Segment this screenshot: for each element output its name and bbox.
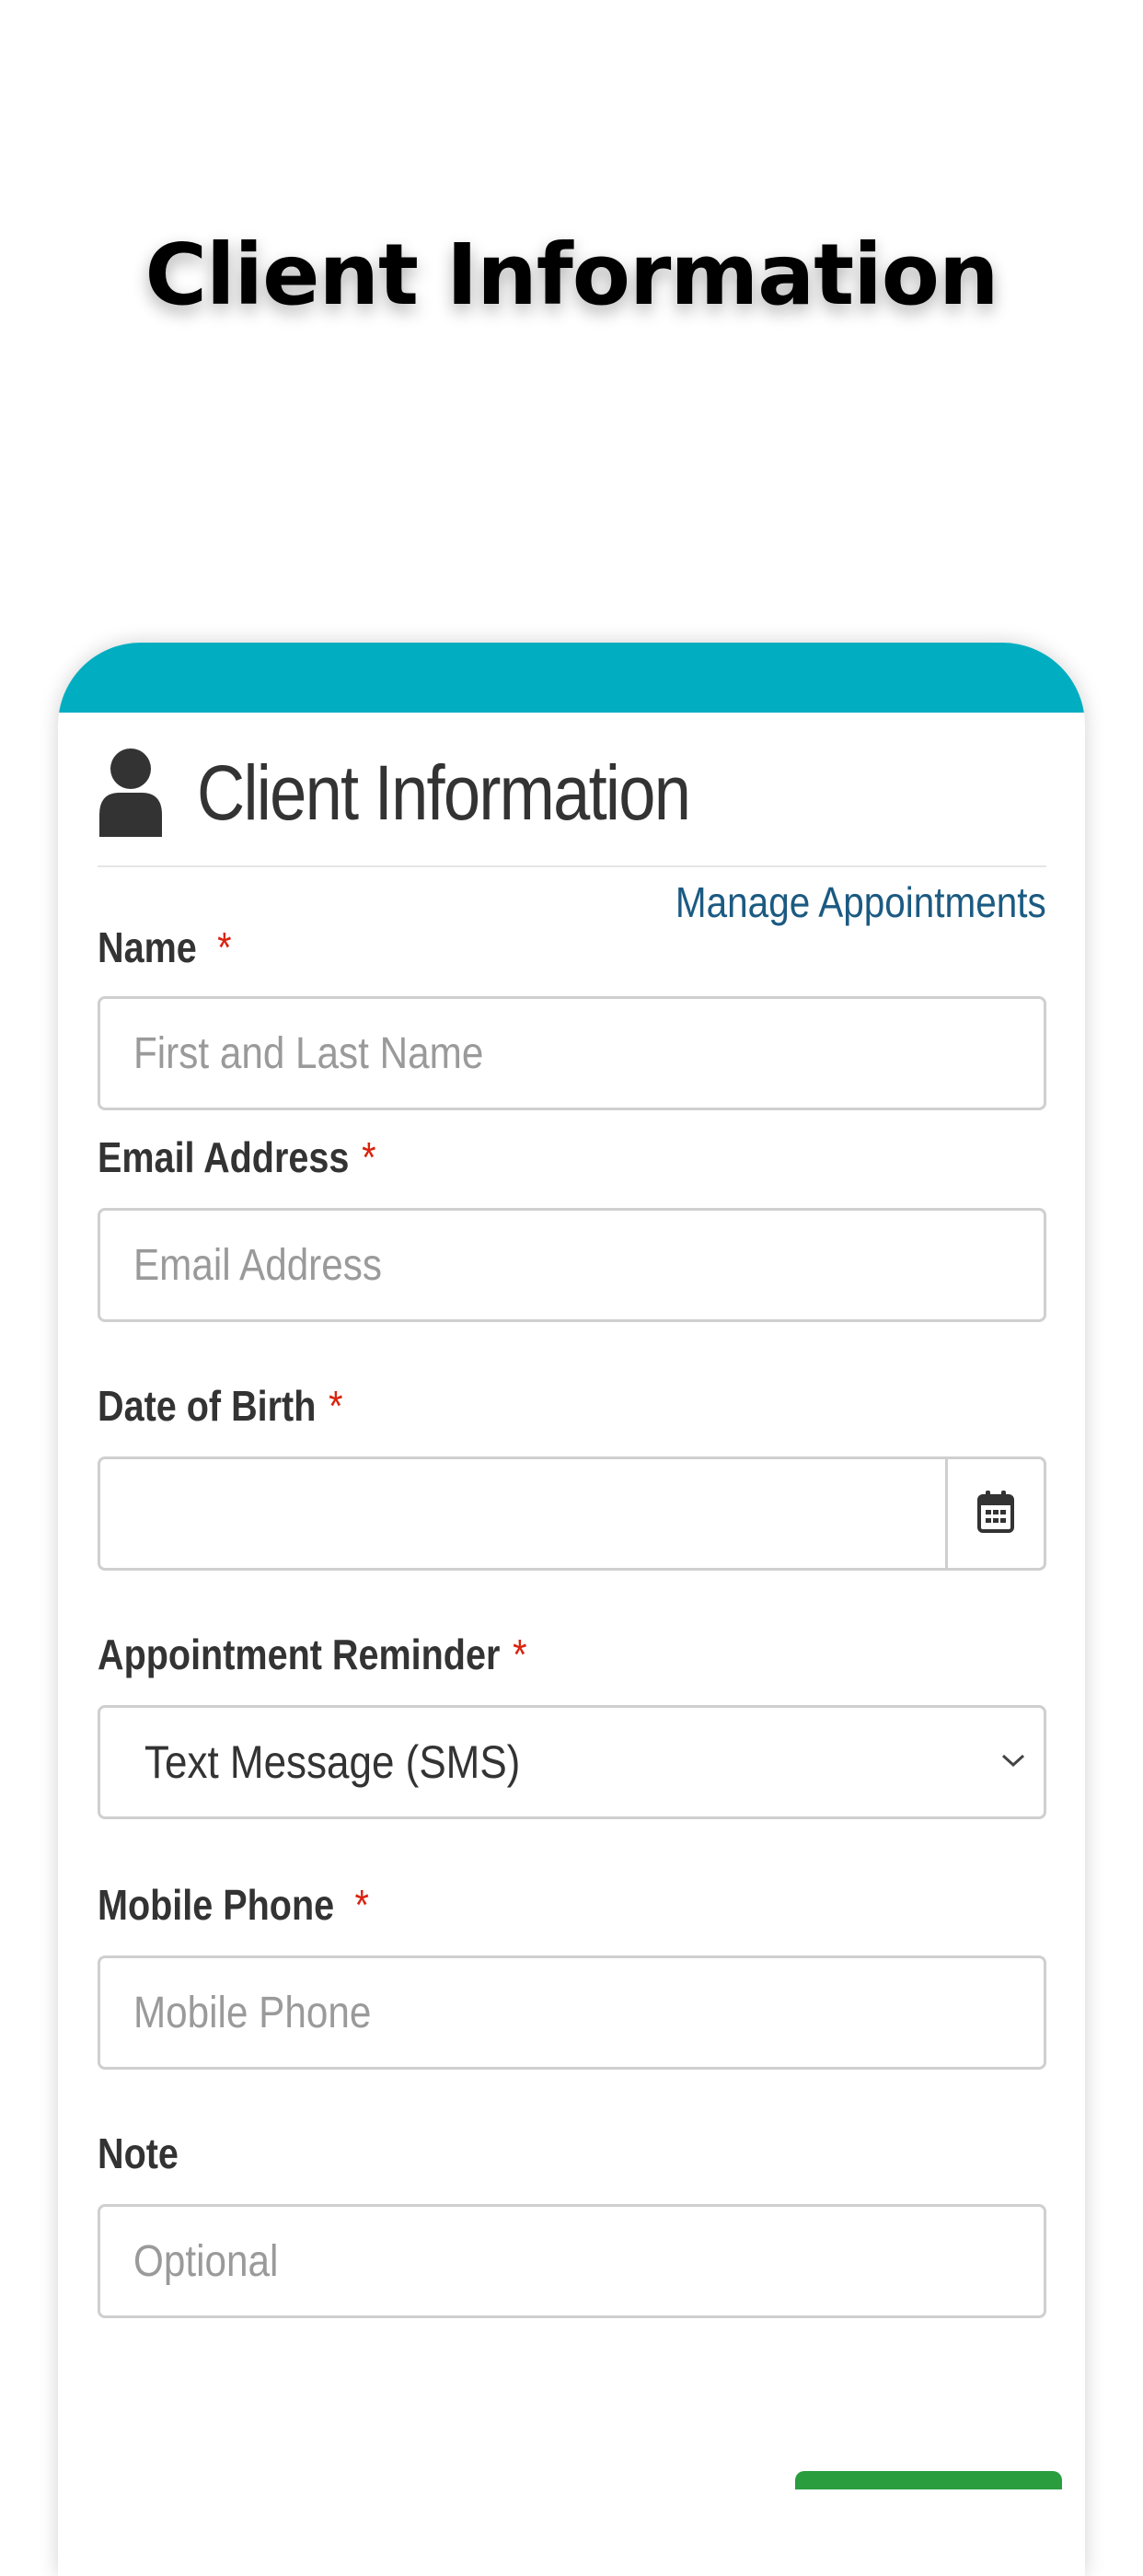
client-info-card: Client Information Manage Appointments N… [58,643,1085,2576]
mobile-label-text: Mobile Phone [98,1881,335,1929]
user-icon [99,748,162,837]
calendar-button[interactable] [945,1456,1046,1571]
manage-appointments-link[interactable]: Manage Appointments [675,867,1046,937]
required-marker: * [513,1630,527,1678]
mobile-label-row: Mobile Phone * [98,1819,1046,1955]
calendar-icon [977,1490,1014,1537]
name-input-placeholder: First and Last Name [133,1028,484,1078]
card-body: Client Information Manage Appointments N… [58,713,1085,2318]
card-title: Client Information [197,748,691,836]
reminder-select-value: Text Message (SMS) [144,1736,521,1788]
dob-field-group: Date of Birth * [98,1322,1046,1571]
reminder-select[interactable]: Text Message (SMS) [98,1705,1046,1819]
note-field-group: Note Optional [98,2070,1046,2318]
name-field-group: Name * First and Last Name [98,923,1046,1110]
card-header: Client Information [98,713,1046,867]
note-label-row: Note [98,2070,1046,2204]
reminder-label: Appointment Reminder * [98,1630,527,1679]
manage-row: Manage Appointments [98,867,1046,932]
name-label-row: Name * [98,923,1046,985]
email-input-placeholder: Email Address [133,1240,382,1290]
email-label-row: Email Address * [98,1110,1046,1208]
dob-input[interactable] [98,1456,945,1571]
mobile-label: Mobile Phone * [98,1880,369,1930]
card-accent-bar [58,643,1085,713]
mobile-field-group: Mobile Phone * Mobile Phone [98,1819,1046,2070]
required-marker: * [362,1133,376,1181]
dob-input-group [98,1456,1046,1571]
required-marker: * [329,1382,343,1430]
note-label: Note [98,2129,179,2177]
name-input[interactable]: First and Last Name [98,996,1046,1110]
email-input[interactable]: Email Address [98,1208,1046,1322]
reminder-label-row: Appointment Reminder * [98,1571,1046,1705]
required-marker: * [217,923,232,971]
mobile-phone-placeholder: Mobile Phone [133,1988,372,2037]
reminder-label-text: Appointment Reminder [98,1630,501,1678]
dob-label-row: Date of Birth * [98,1322,1046,1456]
chevron-down-icon [999,1751,1027,1774]
dob-label: Date of Birth * [98,1381,343,1431]
name-label: Name * [98,922,232,972]
required-marker: * [354,1881,369,1929]
reminder-field-group: Appointment Reminder * Text Message (SMS) [98,1571,1046,1819]
note-input-placeholder: Optional [133,2236,279,2286]
email-label-text: Email Address [98,1133,350,1181]
submit-button[interactable] [795,2471,1062,2489]
note-input[interactable]: Optional [98,2204,1046,2318]
dob-label-text: Date of Birth [98,1382,317,1430]
name-label-text: Name [98,923,197,971]
mobile-phone-input[interactable]: Mobile Phone [98,1955,1046,2070]
email-field-group: Email Address * Email Address [98,1110,1046,1322]
email-label: Email Address * [98,1132,376,1182]
page-title: Client Information [144,226,999,324]
